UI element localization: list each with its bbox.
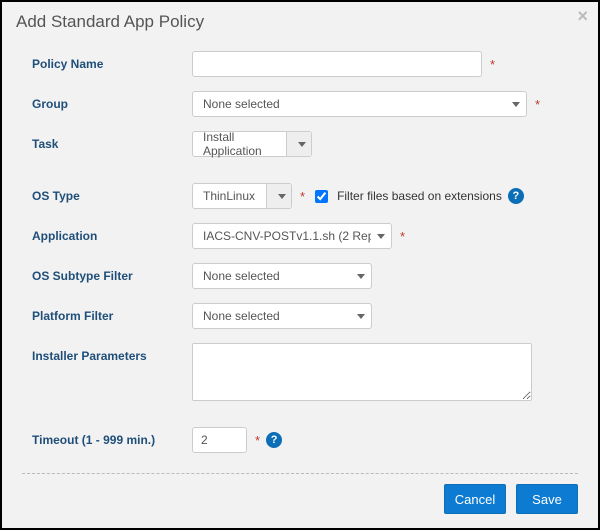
modal-title: Add Standard App Policy — [16, 12, 204, 31]
task-select[interactable]: Install Application — [192, 131, 312, 157]
chevron-down-icon — [278, 194, 286, 199]
label-policy-name: Policy Name — [32, 51, 192, 71]
label-os-type: OS Type — [32, 183, 192, 203]
row-policy-name: Policy Name * — [32, 44, 578, 84]
row-os-type: OS Type ThinLinux * Filter files based o… — [32, 176, 578, 216]
required-marker: * — [490, 57, 495, 72]
row-timeout: Timeout (1 - 999 min.) * ? — [32, 420, 578, 460]
group-select-value: None selected — [203, 97, 280, 111]
platform-select[interactable]: None selected — [192, 303, 372, 329]
label-os-subtype: OS Subtype Filter — [32, 263, 192, 283]
chevron-down-icon — [357, 314, 365, 319]
os-type-value: ThinLinux — [203, 189, 255, 203]
installer-params-textarea[interactable] — [192, 343, 532, 401]
help-icon[interactable]: ? — [266, 432, 282, 448]
group-select[interactable]: None selected — [192, 91, 527, 117]
required-marker: * — [255, 433, 260, 448]
label-group: Group — [32, 91, 192, 111]
os-type-select[interactable]: ThinLinux — [192, 183, 292, 209]
application-value: IACS-CNV-POSTv1.1.sh (2 Reposi — [203, 229, 371, 243]
row-task: Task Install Application — [32, 124, 578, 164]
required-marker: * — [535, 97, 540, 112]
label-installer-params: Installer Parameters — [32, 343, 192, 363]
close-icon[interactable]: × — [577, 6, 588, 27]
label-application: Application — [32, 223, 192, 243]
timeout-input[interactable] — [192, 427, 247, 453]
chevron-down-icon — [377, 234, 385, 239]
row-installer-params: Installer Parameters — [32, 336, 578, 408]
os-subtype-value: None selected — [203, 269, 280, 283]
label-task: Task — [32, 131, 192, 151]
help-icon[interactable]: ? — [508, 188, 524, 204]
add-standard-app-policy-modal: × Add Standard App Policy Policy Name * … — [0, 0, 600, 530]
save-button[interactable]: Save — [516, 484, 578, 514]
row-allow-delay: Allow delay of policy execution ? — [32, 460, 578, 467]
chevron-down-icon — [357, 274, 365, 279]
modal-footer: Cancel Save — [2, 474, 598, 528]
filter-files-label: Filter files based on extensions — [337, 189, 502, 203]
filter-files-checkbox[interactable] — [315, 190, 328, 203]
chevron-down-icon — [512, 102, 520, 107]
modal-header: Add Standard App Policy — [2, 2, 598, 40]
row-application: Application IACS-CNV-POSTv1.1.sh (2 Repo… — [32, 216, 578, 256]
required-marker: * — [400, 229, 405, 244]
modal-body: Policy Name * Group None selected * Task — [2, 40, 598, 467]
label-timeout: Timeout (1 - 999 min.) — [32, 427, 192, 447]
application-select[interactable]: IACS-CNV-POSTv1.1.sh (2 Reposi — [192, 223, 392, 249]
platform-value: None selected — [203, 309, 280, 323]
row-platform: Platform Filter None selected — [32, 296, 578, 336]
required-marker: * — [300, 189, 305, 204]
row-group: Group None selected * — [32, 84, 578, 124]
task-select-value: Install Application — [203, 130, 286, 158]
policy-name-input[interactable] — [192, 51, 482, 77]
chevron-down-icon — [298, 142, 306, 147]
row-os-subtype: OS Subtype Filter None selected — [32, 256, 578, 296]
label-platform: Platform Filter — [32, 303, 192, 323]
cancel-button[interactable]: Cancel — [444, 484, 506, 514]
os-subtype-select[interactable]: None selected — [192, 263, 372, 289]
